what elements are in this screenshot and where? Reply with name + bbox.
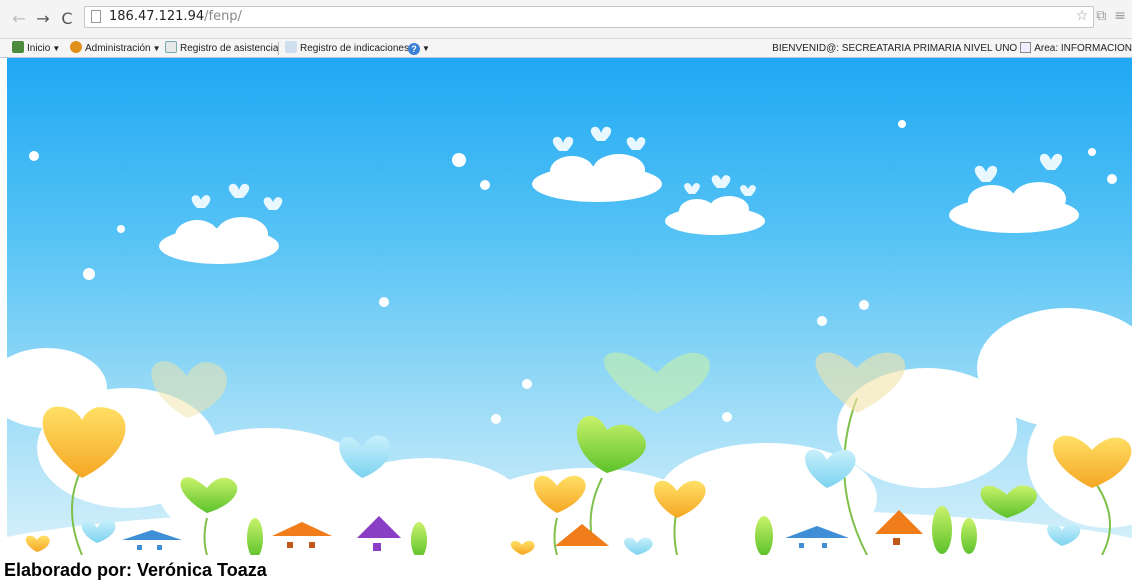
ground-clouds [7, 308, 1132, 555]
forward-arrow-icon[interactable]: → [34, 9, 52, 29]
browser-actions: ☆ ⧉ ≡ [1068, 8, 1126, 28]
menu-registro-asistencia-label: Registro de asistencia [180, 43, 279, 54]
page-icon [91, 10, 101, 23]
reload-icon[interactable]: C [58, 9, 76, 29]
menu-administracion[interactable]: Administración ▼ [70, 41, 161, 56]
menu-inicio-label: Inicio [27, 43, 51, 54]
address-bar-row: ← → C 186.47.121.94/fenp/ ☆ ⧉ ≡ [0, 0, 1132, 38]
browser-chrome: ← → C 186.47.121.94/fenp/ ☆ ⧉ ≡ [0, 0, 1132, 38]
area-text: Area: INFORMACION [1034, 43, 1132, 54]
welcome-text: BIENVENID@: SECREATARIA PRIMARIA NIVEL U… [772, 43, 1018, 54]
chevron-down-icon: ▼ [52, 44, 61, 53]
edit-icon [165, 41, 177, 53]
users-icon [70, 41, 82, 53]
app-toolbar: Inicio ▼ Administración ▼ Registro de asis… [0, 38, 1132, 58]
area-icon [1020, 42, 1032, 53]
banner-illustration [7, 120, 1132, 555]
menu-registro-indicaciones-label: Registro de indicaciones [300, 43, 409, 54]
help-icon: ? [408, 43, 420, 55]
help-menu[interactable]: ? ▼ [408, 41, 430, 56]
chevron-down-icon: ▼ [152, 44, 161, 53]
decorative-banner [7, 58, 1132, 555]
star-icon[interactable]: ☆ [1076, 8, 1089, 24]
menu-registro-indicaciones[interactable]: Registro de indicaciones [285, 41, 409, 56]
user-info: BIENVENID@: SECREATARIA PRIMARIA NIVEL U… [772, 41, 1132, 56]
address-bar[interactable]: 186.47.121.94/fenp/ [84, 6, 1094, 28]
menu-administracion-label: Administración [85, 43, 151, 54]
menu-registro-asistencia[interactable]: Registro de asistencia [165, 41, 278, 56]
url-text[interactable]: 186.47.121.94/fenp/ [109, 9, 242, 25]
menu-icon[interactable]: ≡ [1114, 8, 1126, 24]
author-caption: Elaborado por: Verónica Toaza [4, 560, 267, 580]
notes-icon [285, 41, 297, 53]
menu-inicio[interactable]: Inicio ▼ [12, 41, 60, 56]
chevron-down-icon: ▼ [422, 44, 430, 53]
floating-clouds [159, 154, 1079, 264]
toolbar-divider [278, 42, 279, 55]
back-arrow-icon[interactable]: ← [10, 9, 28, 29]
home-icon [12, 41, 24, 53]
translate-icon[interactable]: ⧉ [1096, 8, 1106, 24]
